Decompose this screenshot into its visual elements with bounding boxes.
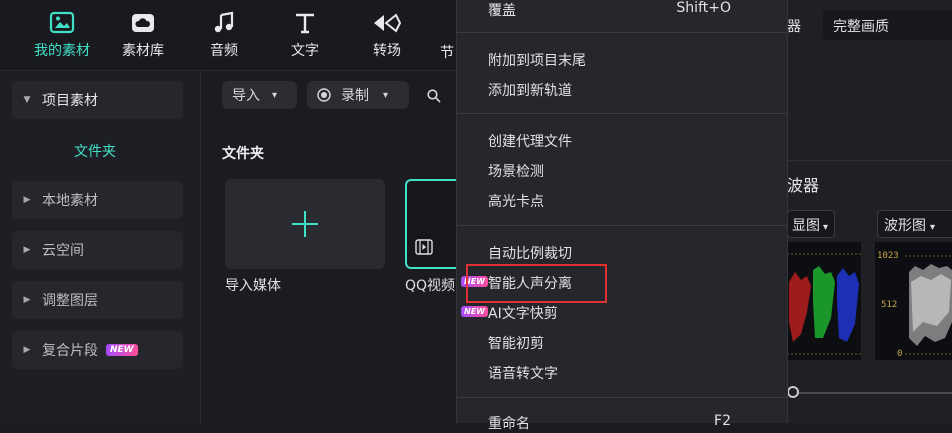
sidebar-item-label: 项目素材	[42, 93, 98, 109]
tab-partial-label: 节	[440, 45, 454, 61]
tab-audio[interactable]: 音频	[189, 10, 259, 60]
panel-header-partial: 器	[787, 19, 801, 35]
import-dropdown[interactable]: 导入 ▾	[222, 81, 297, 109]
sidebar-item-compound-clip[interactable]: ▶ 复合片段 NEW	[12, 331, 183, 369]
menu-separator	[457, 113, 787, 114]
sidebar-subitem-folder[interactable]: 文件夹	[0, 141, 190, 161]
menu-item-create-proxy[interactable]: 创建代理文件	[488, 131, 572, 151]
sidebar: ▼ 项目素材 文件夹 ▶ 本地素材 ▶ 云空间 ▶ 调整图层 ▶ 复合片段 NE…	[0, 71, 201, 423]
sidebar-item-project-media[interactable]: ▼ 项目素材	[12, 81, 183, 119]
waveform-scope: 1023 512 0	[875, 242, 952, 360]
tab-my-media[interactable]: 我的素材	[27, 10, 97, 60]
scope-slider-track	[787, 392, 952, 394]
record-label: 录制	[341, 88, 369, 104]
chevron-down-icon: ▾	[272, 89, 278, 101]
rgb-parade-scope	[787, 242, 861, 360]
quality-dropdown[interactable]: 完整画质	[823, 10, 952, 40]
tab-label: 音频	[210, 43, 238, 59]
tab-text[interactable]: 文字	[270, 10, 340, 60]
chevron-down-icon: ▾	[823, 222, 829, 233]
new-badge: NEW	[461, 306, 488, 317]
search-icon[interactable]	[427, 89, 441, 103]
tab-label: 转场	[373, 43, 401, 59]
new-badge: NEW	[106, 344, 138, 356]
text-t-icon	[296, 13, 314, 34]
video-clip-icon	[415, 239, 433, 255]
sidebar-item-label: 调整图层	[42, 293, 98, 309]
section-title: 文件夹	[222, 146, 264, 162]
scope-left-label: 显图	[792, 218, 820, 234]
menu-item-ai-text-edit[interactable]: AI文字快剪	[488, 303, 558, 323]
caret-down-icon: ▼	[23, 95, 31, 105]
menu-item-scene-detection[interactable]: 场景检测	[488, 161, 544, 181]
menu-shortcut-rename: F2	[714, 413, 731, 429]
sidebar-item-local-media[interactable]: ▶ 本地素材	[12, 181, 183, 219]
player-panel: 器 完整画质 波器 显图 ▾ 波形图 ▾ 1023 512 0	[785, 0, 952, 423]
import-media-card[interactable]	[225, 179, 385, 269]
sidebar-item-adjustment-layer[interactable]: ▶ 调整图层	[12, 281, 183, 319]
tab-library[interactable]: 素材库	[108, 10, 178, 60]
chevron-down-icon: ▾	[930, 222, 936, 233]
plus-icon	[292, 211, 318, 237]
media-folder-icon	[49, 11, 75, 34]
menu-separator	[457, 397, 787, 398]
waveform-graphic	[905, 255, 952, 355]
tab-label: 我的素材	[34, 43, 90, 59]
quality-label: 完整画质	[833, 19, 889, 35]
panel-divider	[785, 160, 952, 161]
import-label: 导入	[232, 88, 260, 104]
music-note-icon	[214, 11, 234, 33]
sidebar-item-label: 云空间	[42, 243, 84, 259]
record-dropdown[interactable]: 录制 ▾	[307, 81, 409, 109]
menu-item-smart-cut[interactable]: 智能初剪	[488, 333, 544, 353]
caret-right-icon: ▶	[23, 295, 31, 305]
scope-right-label: 波形图	[884, 218, 926, 234]
menu-item-highlight-beat[interactable]: 高光卡点	[488, 191, 544, 211]
menu-item-speech-to-text[interactable]: 语音转文字	[488, 363, 558, 383]
scope-right-dropdown[interactable]: 波形图 ▾	[877, 210, 952, 238]
caret-right-icon: ▶	[23, 195, 31, 205]
menu-item-auto-reframe[interactable]: 自动比例裁切	[488, 243, 572, 263]
tab-label: 文字	[291, 43, 319, 59]
record-icon	[317, 88, 331, 102]
menu-separator	[457, 32, 787, 33]
tab-transition[interactable]: 转场	[352, 10, 422, 60]
scope-title-partial: 波器	[787, 176, 820, 195]
menu-shortcut-overwrite: Shift+O	[676, 0, 731, 16]
scope-slider-handle[interactable]	[787, 386, 799, 398]
sidebar-item-label: 复合片段	[42, 343, 98, 359]
menu-item-rename[interactable]: 重命名	[488, 413, 530, 433]
context-menu: 覆盖 Shift+O 附加到项目末尾 添加到新轨道 创建代理文件 场景检测 高光…	[456, 0, 788, 432]
rgb-parade-graphic	[787, 253, 861, 355]
transition-arrows-icon	[374, 13, 402, 33]
cloud-library-icon	[132, 14, 154, 32]
menu-separator	[457, 225, 787, 226]
menu-item-add-to-new-track[interactable]: 添加到新轨道	[488, 80, 572, 100]
menu-item-append-to-end[interactable]: 附加到项目末尾	[488, 50, 586, 70]
caret-right-icon: ▶	[23, 345, 31, 355]
caret-right-icon: ▶	[23, 245, 31, 255]
import-media-label: 导入媒体	[225, 278, 281, 294]
highlight-box	[466, 264, 607, 303]
qq-video-label: QQ视频	[405, 278, 456, 294]
tab-label: 素材库	[122, 43, 164, 59]
chevron-down-icon: ▾	[383, 89, 389, 101]
sidebar-item-label: 本地素材	[42, 193, 98, 209]
menu-item-overwrite[interactable]: 覆盖	[488, 0, 516, 20]
scope-left-dropdown[interactable]: 显图 ▾	[787, 210, 835, 238]
sidebar-item-cloud-space[interactable]: ▶ 云空间	[12, 231, 183, 269]
